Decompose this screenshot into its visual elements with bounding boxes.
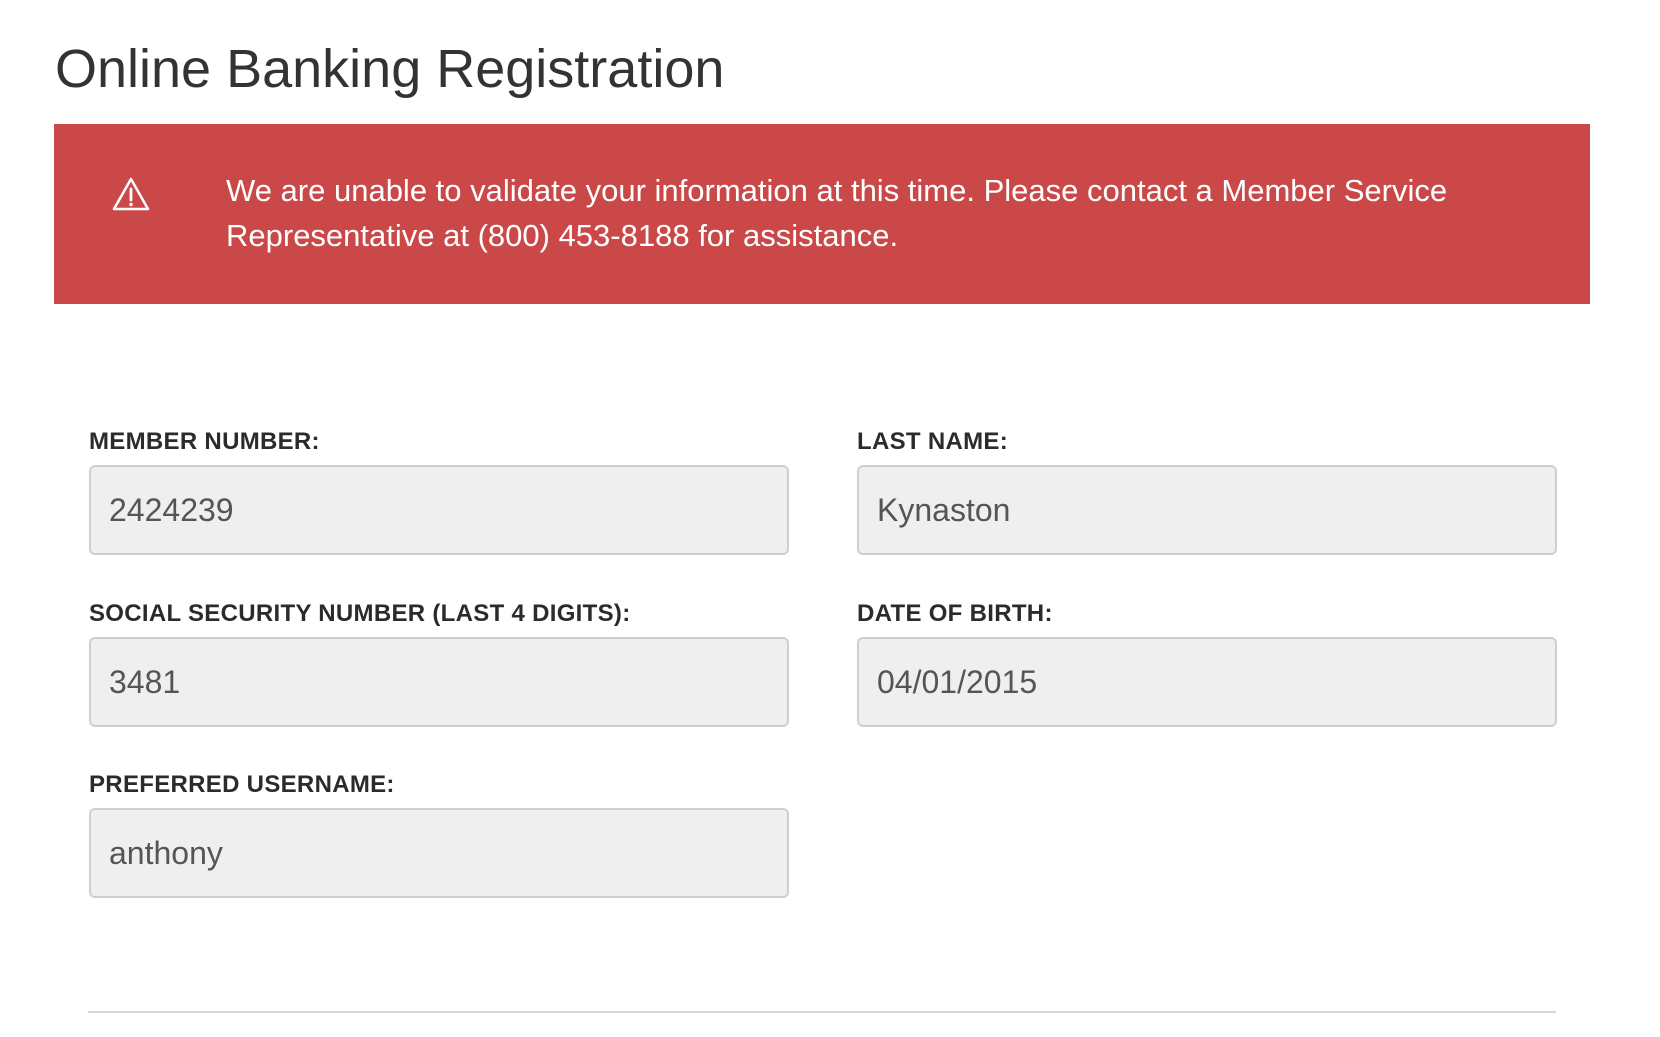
member-number-group: MEMBER NUMBER: [89,428,789,555]
page-title: Online Banking Registration [55,39,725,99]
alert-message: We are unable to validate your informati… [226,173,1448,253]
member-number-input[interactable] [89,465,789,555]
preferred-username-input[interactable] [89,808,789,898]
date-of-birth-input[interactable] [857,637,1557,727]
date-of-birth-label: DATE OF BIRTH: [857,600,1053,627]
preferred-username-group: PREFERRED USERNAME: [89,771,789,898]
error-alert: We are unable to validate your informati… [54,124,1590,304]
last-name-input[interactable] [857,465,1557,555]
ssn-group: SOCIAL SECURITY NUMBER (LAST 4 DIGITS): [89,600,789,727]
form-divider [88,1011,1556,1013]
ssn-input[interactable] [89,637,789,727]
registration-page: Online Banking Registration We are unabl… [0,0,1660,1037]
warning-triangle-icon [111,176,151,212]
last-name-label: LAST NAME: [857,428,1008,455]
last-name-group: LAST NAME: [857,428,1557,555]
date-of-birth-group: DATE OF BIRTH: [857,600,1557,727]
ssn-label: SOCIAL SECURITY NUMBER (LAST 4 DIGITS): [89,600,631,627]
member-number-label: MEMBER NUMBER: [89,428,320,455]
preferred-username-label: PREFERRED USERNAME: [89,771,395,798]
